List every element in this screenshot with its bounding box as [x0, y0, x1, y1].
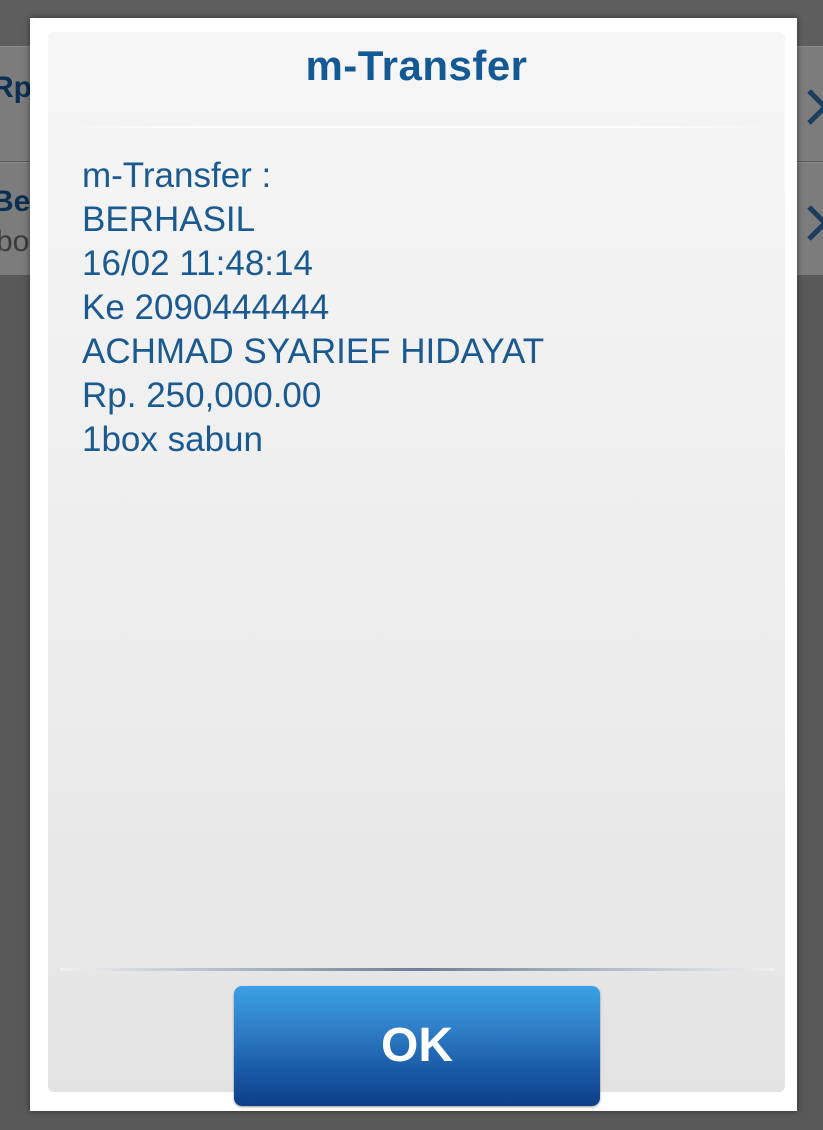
ok-button-label: OK	[381, 1019, 453, 1072]
message-line-status: BERHASIL	[82, 200, 256, 239]
ok-button[interactable]: OK	[234, 986, 600, 1106]
message-line-destination: Ke 2090444444	[82, 288, 330, 327]
background-item-subtext: bo	[0, 225, 30, 258]
dialog-panel: m-Transfer m-Transfer : BERHASIL 16/02 1…	[48, 32, 785, 1106]
message-line-amount: Rp. 250,000.00	[82, 376, 322, 415]
dialog-message: m-Transfer : BERHASIL 16/02 11:48:14 Ke …	[82, 154, 762, 462]
message-line-note: 1box sabun	[82, 420, 263, 459]
chevron-right-icon	[807, 89, 823, 125]
chevron-right-icon	[807, 205, 823, 241]
dialog-title: m-Transfer	[305, 42, 528, 89]
message-line-datetime: 16/02 11:48:14	[82, 244, 313, 283]
message-line-header: m-Transfer :	[82, 156, 272, 195]
message-line-recipient-name: ACHMAD SYARIEF HIDAYAT	[82, 332, 545, 371]
background-item-text: Rp	[0, 71, 32, 104]
title-divider	[62, 126, 771, 128]
footer-divider	[60, 968, 775, 971]
transfer-result-dialog: m-Transfer m-Transfer : BERHASIL 16/02 1…	[30, 18, 797, 1111]
